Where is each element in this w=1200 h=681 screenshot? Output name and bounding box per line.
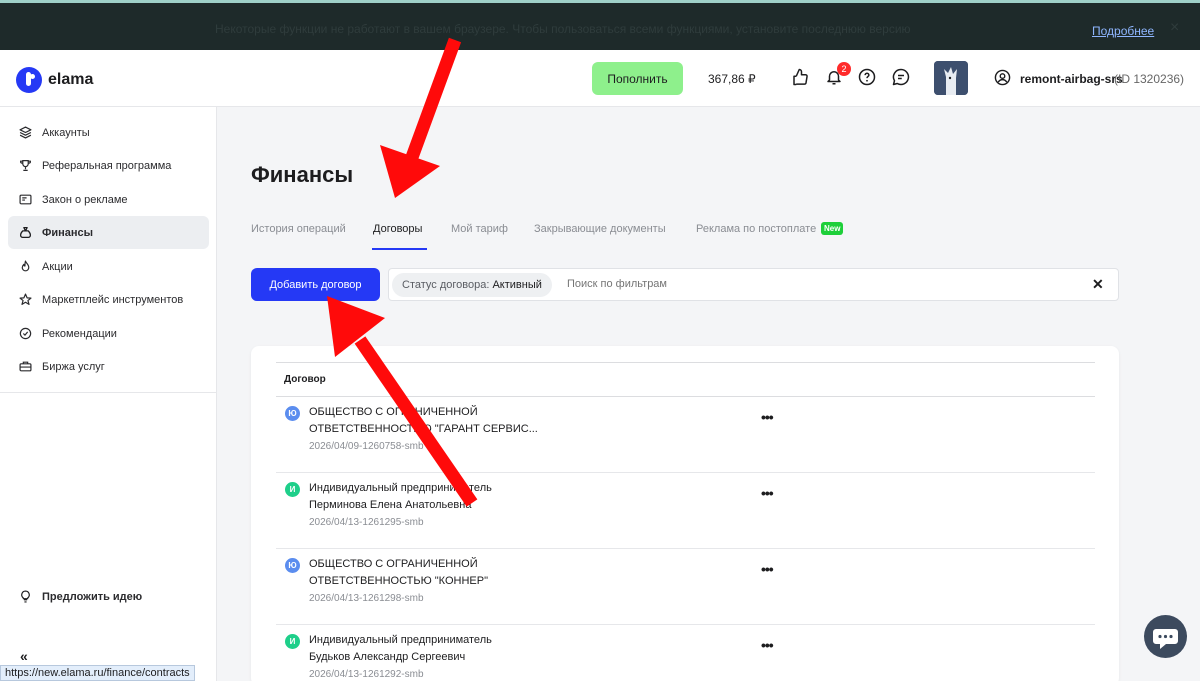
lightbulb-icon [21,590,30,603]
sidebar-item-finance[interactable]: Финансы [8,216,209,249]
sidebar-item-referral[interactable]: Реферальная программа [8,149,209,182]
row-menu-icon[interactable]: ••• [761,637,774,653]
ad-law-icon [19,194,32,205]
sidebar-item-label: Рекомендации [42,327,117,340]
balance-amount[interactable]: 367,86 ₽ [708,72,756,86]
table-row[interactable]: Ю ОБЩЕСТВО С ОГРАНИЧЕННОЙ ОТВЕТСТВЕННОСТ… [276,397,1095,473]
username[interactable]: remont-airbag-srs [1020,72,1123,86]
contract-number: 2026/04/13-1261292-smb [309,669,424,680]
table-row[interactable]: И Индивидуальный предприниматель Пермино… [276,473,1095,549]
contract-party-line2: ОТВЕТСТВЕННОСТЬЮ "КОННЕР" [309,575,488,587]
sidebar-item-marketplace[interactable]: Маркетплейс инструментов [8,283,209,316]
table-row[interactable]: И Индивидуальный предприниматель Будьков… [276,625,1095,681]
filter-search-input[interactable] [567,278,967,290]
llama-avatar-icon [934,61,968,95]
contract-party-line2: Будьков Александр Сергеевич [309,651,466,663]
contract-party-line1: Индивидуальный предприниматель [309,482,492,494]
status-filter-chip[interactable]: Статус договора: Активный [392,273,552,297]
top-banner: Некоторые функции не работают в вашем бр… [0,0,1200,50]
individual-entrepreneur-icon: И [285,482,300,497]
filter-chip-value: Активный [492,279,542,291]
help-icon[interactable] [858,68,876,86]
status-bar-url: https://new.elama.ru/finance/contracts [0,665,195,681]
collapse-sidebar-icon[interactable]: « [20,648,28,664]
chat-icon[interactable] [892,68,910,86]
avatar[interactable] [934,61,968,95]
tab-tariff[interactable]: Мой тариф [451,223,508,235]
sidebar-item-label: Аккаунты [42,126,90,139]
layers-icon [19,126,32,139]
banner-text: Некоторые функции не работают в вашем бр… [215,22,911,36]
contract-number: 2026/04/13-1261298-smb [309,593,424,604]
contract-number: 2026/04/13-1261295-smb [309,517,424,528]
row-menu-icon[interactable]: ••• [761,485,774,501]
notifications-badge: 2 [837,62,851,76]
contract-party-line2: ОТВЕТСТВЕННОСТЬЮ "ГАРАНТ СЕРВИС... [309,423,538,435]
user-circle-icon[interactable] [994,69,1011,86]
sidebar-item-label: Акции [42,260,73,273]
tab-history[interactable]: История операций [251,223,346,235]
user-id: (ID 1320236) [1114,72,1185,86]
legal-entity-icon: Ю [285,406,300,421]
elama-logo-icon [16,67,42,93]
tab-closing-documents[interactable]: Закрывающие документы [534,223,666,235]
sidebar-item-label: Маркетплейс инструментов [42,293,184,306]
sidebar-item-label: Биржа услуг [42,360,105,373]
sidebar-divider [0,392,216,393]
sidebar-item-label: Закон о рекламе [42,193,128,206]
fire-icon [21,260,30,272]
contract-party-line1: Индивидуальный предприниматель [309,634,492,646]
trophy-icon [20,160,31,171]
thumbs-up-icon[interactable] [791,68,809,86]
star-icon [19,293,32,305]
sidebar-item-promotions[interactable]: Акции [8,250,209,283]
contracts-table-card: Договор Ю ОБЩЕСТВО С ОГРАНИЧЕННОЙ ОТВЕТС… [251,346,1119,681]
contract-number: 2026/04/09-1260758-smb [309,441,424,452]
legal-entity-icon: Ю [285,558,300,573]
sidebar-item-ad-law[interactable]: Закон о рекламе [8,183,209,216]
briefcase-icon [19,361,32,372]
individual-entrepreneur-icon: И [285,634,300,649]
sidebar-item-label: Реферальная программа [42,159,172,172]
money-bag-icon [19,226,32,239]
banner-more-link[interactable]: Подробнее [1092,24,1154,38]
tab-contracts[interactable]: Договоры [373,223,422,235]
add-contract-button[interactable]: Добавить договор [251,268,380,301]
tab-postpaid-ads[interactable]: Реклама по постоплате [696,223,816,235]
table-row[interactable]: Ю ОБЩЕСТВО С ОГРАНИЧЕННОЙ ОТВЕТСТВЕННОСТ… [276,549,1095,625]
sidebar: Аккаунты Реферальная программа Закон о р… [0,107,217,681]
suggest-idea-button[interactable]: Предложить идею [8,580,209,613]
new-badge: New [821,222,844,235]
topup-button[interactable]: Пополнить [592,62,683,95]
check-circle-icon [19,327,32,340]
logo[interactable]: elama [16,67,93,93]
contract-party-line2: Перминова Елена Анатольевна [309,499,472,511]
contract-party-line1: ОБЩЕСТВО С ОГРАНИЧЕННОЙ [309,406,478,418]
banner-close-icon[interactable]: × [1170,19,1179,37]
sidebar-item-services[interactable]: Биржа услуг [8,350,209,383]
support-chat-button[interactable] [1144,615,1187,658]
column-header-contract: Договор [284,374,326,385]
table-divider [276,362,1095,363]
page-title: Финансы [251,162,354,187]
clear-filters-icon[interactable]: ✕ [1092,276,1104,293]
active-tab-underline [372,248,427,250]
filter-bar: Статус договора: Активный ✕ [388,268,1119,301]
support-chat-icon [1153,629,1178,649]
sidebar-item-accounts[interactable]: Аккаунты [8,116,209,149]
row-menu-icon[interactable]: ••• [761,561,774,577]
sidebar-item-label: Финансы [42,226,94,239]
contract-party-line1: ОБЩЕСТВО С ОГРАНИЧЕННОЙ [309,558,478,570]
suggest-idea-label: Предложить идею [42,590,143,603]
logo-text: elama [48,71,94,88]
app-header: elama Пополнить 367,86 ₽ 2 remont-airbag… [0,50,1200,107]
row-menu-icon[interactable]: ••• [761,409,774,425]
filter-chip-key: Статус договора: [402,279,490,291]
sidebar-item-recommendations[interactable]: Рекомендации [8,317,209,350]
